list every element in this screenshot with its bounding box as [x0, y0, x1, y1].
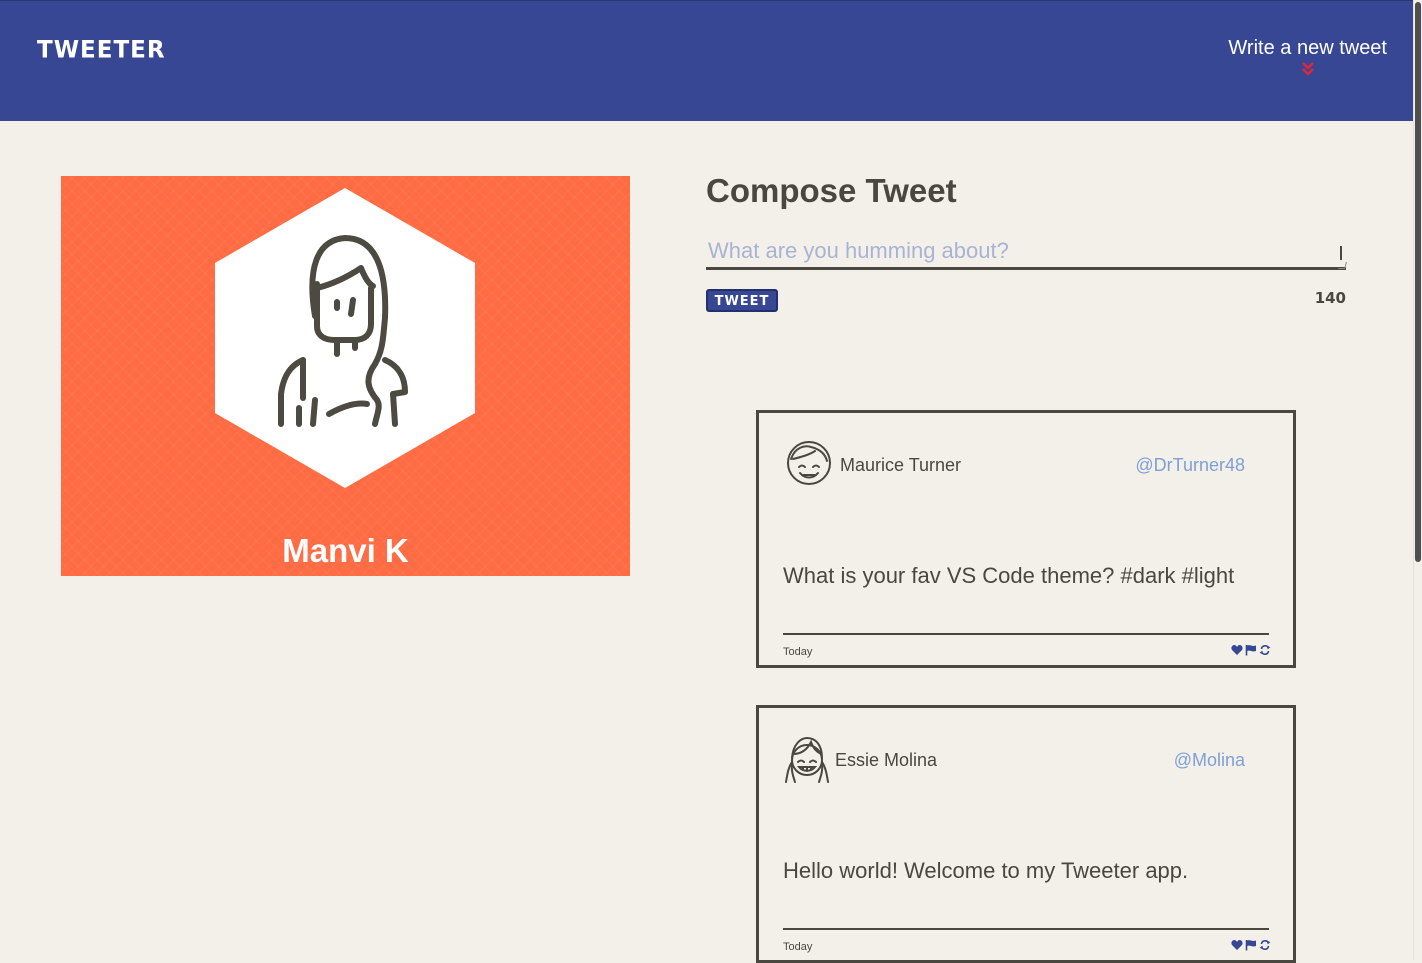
brand-logo[interactable]: TWEETER: [37, 36, 166, 63]
woman-avatar-icon: [215, 188, 475, 488]
tweet-actions: [1231, 938, 1271, 951]
tweet-submit-button[interactable]: TWEET: [706, 289, 778, 312]
profile-name: Manvi K: [282, 532, 409, 569]
write-new-tweet-label: Write a new tweet: [1228, 37, 1387, 59]
tweet-author-handle[interactable]: @Molina: [1174, 750, 1245, 771]
tweet-date: Today: [783, 646, 813, 658]
tweet-divider: [783, 633, 1269, 635]
compose-title: Compose Tweet: [706, 172, 957, 209]
tweet-card: Maurice Turner @DrTurner48 What is your …: [756, 410, 1296, 668]
flag-icon[interactable]: [1245, 938, 1257, 951]
flag-icon[interactable]: [1245, 643, 1257, 656]
tweet-text-input[interactable]: [706, 238, 1346, 270]
tweet-divider: [783, 928, 1269, 930]
tweet-author-handle[interactable]: @DrTurner48: [1135, 455, 1245, 476]
page-scrollbar[interactable]: [1413, 0, 1422, 960]
tweet-actions: [1231, 643, 1271, 656]
tweet-text: Hello world! Welcome to my Tweeter app.: [783, 858, 1189, 883]
scrollbar-thumb[interactable]: [1415, 2, 1421, 562]
character-counter: 140: [1314, 289, 1346, 307]
compose-tweet-section: Compose Tweet TWEET 140: [706, 172, 1347, 312]
profile-card: Manvi K: [61, 176, 630, 576]
heart-icon[interactable]: [1231, 938, 1243, 950]
tweet-card: Essie Molina @Molina Hello world! Welcom…: [756, 705, 1296, 963]
tweet-date: Today: [783, 941, 813, 953]
retweet-icon[interactable]: [1259, 643, 1271, 655]
smiling-man-avatar-icon: [787, 441, 831, 485]
pigtails-girl-avatar-icon: [785, 736, 829, 783]
retweet-icon[interactable]: [1259, 938, 1271, 950]
double-chevron-down-icon: [1301, 62, 1314, 76]
write-new-tweet-link[interactable]: Write a new tweet: [1228, 37, 1387, 76]
text-cursor: [1340, 246, 1342, 260]
top-nav-bar: TWEETER Write a new tweet: [0, 0, 1414, 121]
tweet-text: What is your fav VS Code theme? #dark #l…: [783, 563, 1235, 588]
tweet-author-name: Essie Molina: [835, 750, 938, 770]
tweet-author-name: Maurice Turner: [840, 455, 962, 475]
heart-icon[interactable]: [1231, 643, 1243, 655]
